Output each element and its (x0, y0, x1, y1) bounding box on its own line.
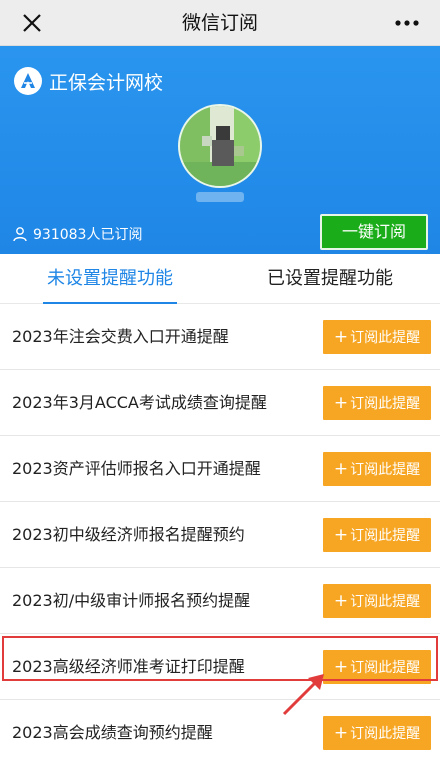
brand-name: 正保会计网校 (49, 71, 164, 94)
reminder-label: 2023年3月ACCA考试成绩查询提醒 (12, 393, 267, 412)
subscribe-reminder-button[interactable]: + 订阅此提醒 (323, 320, 431, 354)
subscribe-reminder-button[interactable]: + 订阅此提醒 (323, 452, 431, 486)
list-item: 2023年3月ACCA考试成绩查询提醒 + 订阅此提醒 (0, 370, 440, 436)
tab-not-set-label: 未设置提醒功能 (47, 268, 173, 289)
avatar-caption-blurred (196, 192, 244, 202)
list-item: 2023初/中级审计师报名预约提醒 + 订阅此提醒 (0, 568, 440, 634)
reminder-label: 2023高会成绩查询预约提醒 (12, 723, 213, 742)
list-item: 2023初中级经济师报名提醒预约 + 订阅此提醒 (0, 502, 440, 568)
plus-icon: + (333, 459, 349, 479)
list-item: 2023年注会交费入口开通提醒 + 订阅此提醒 (0, 304, 440, 370)
brand-logo-icon (14, 67, 42, 95)
reminder-list: 2023年注会交费入口开通提醒 + 订阅此提醒 2023年3月ACCA考试成绩查询… (0, 304, 440, 761)
plus-icon: + (333, 591, 349, 611)
tab-bar: 未设置提醒功能 已设置提醒功能 (0, 254, 440, 305)
subscriber-text: 931083人已订阅 (33, 227, 143, 243)
reminder-label: 2023年注会交费入口开通提醒 (12, 327, 229, 346)
list-item: 2023资产评估师报名入口开通提醒 + 订阅此提醒 (0, 436, 440, 502)
list-item-highlighted: 2023高级经济师准考证打印提醒 + 订阅此提醒 (0, 634, 440, 700)
highlight-box (2, 636, 438, 681)
account-header: 正保会计网校 931083人已订阅 一键订阅 (0, 46, 440, 254)
plus-icon: + (333, 327, 349, 347)
brand: 正保会计网校 (14, 66, 163, 96)
plus-icon: + (333, 525, 349, 545)
plus-icon: + (333, 393, 349, 413)
reminder-label: 2023资产评估师报名入口开通提醒 (12, 459, 261, 478)
plus-icon: + (333, 723, 349, 743)
user-icon (13, 227, 27, 242)
subscribe-reminder-button[interactable]: + 订阅此提醒 (323, 518, 431, 552)
list-item: 2023高会成绩查询预约提醒 + 订阅此提醒 (0, 700, 440, 761)
more-icon[interactable] (392, 10, 422, 36)
subscribe-reminder-button[interactable]: + 订阅此提醒 (323, 716, 431, 750)
reminder-label: 2023初/中级审计师报名预约提醒 (12, 591, 251, 610)
subscribe-reminder-button[interactable]: + 订阅此提醒 (323, 584, 431, 618)
subscriber-count: 931083人已订阅 (12, 224, 142, 244)
tab-set-label: 已设置提醒功能 (267, 268, 393, 289)
tab-not-set[interactable]: 未设置提醒功能 (0, 254, 220, 305)
tab-set[interactable]: 已设置提醒功能 (220, 254, 440, 304)
avatar (178, 104, 262, 188)
reminder-label: 2023初中级经济师报名提醒预约 (12, 525, 245, 544)
subscribe-all-button[interactable]: 一键订阅 (320, 214, 428, 250)
subscribe-reminder-button[interactable]: + 订阅此提醒 (323, 386, 431, 420)
page-title: 微信订阅 (181, 12, 258, 34)
top-bar: 微信订阅 (0, 0, 440, 46)
